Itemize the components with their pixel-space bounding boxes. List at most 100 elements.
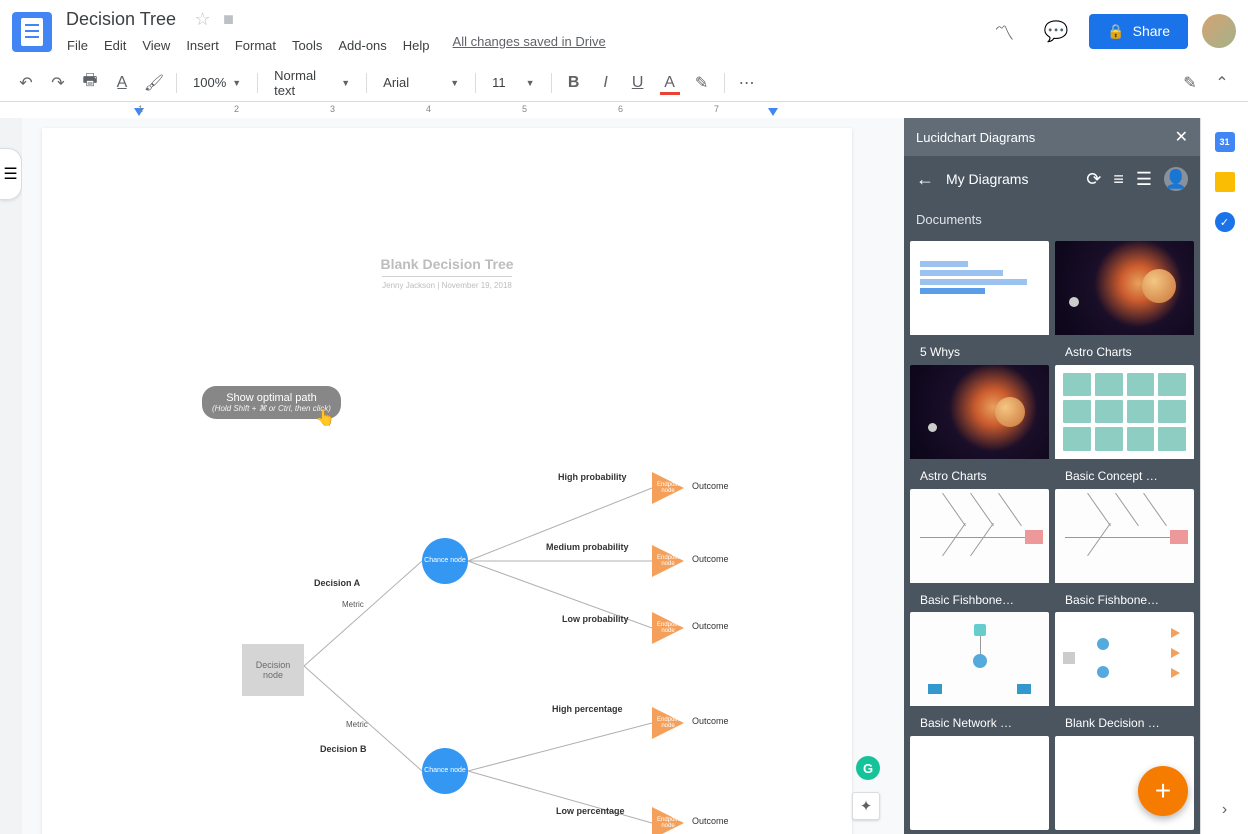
menu-view[interactable]: View [135,34,177,57]
document-area[interactable]: Show optimal path (Hold Shift + ⌘ or Ctr… [22,118,904,834]
doc-heading: Blank Decision Tree Jenny Jackson | Nove… [42,128,852,290]
share-label: Share [1133,23,1170,39]
explore-button[interactable]: ✦ [852,792,880,820]
text-color-button[interactable]: A [656,69,684,97]
indent-marker-right[interactable] [768,108,778,116]
tile-blank-decision[interactable]: Blank Decision … [1055,612,1194,730]
style-select[interactable]: Normal text▼ [266,64,358,102]
expand-rail-icon[interactable]: › [1215,800,1235,820]
redo-button[interactable]: ↷ [44,69,72,97]
endpoint-node[interactable]: Endpoint node [652,807,684,834]
horizontal-ruler[interactable]: 1 2 3 4 5 6 7 [0,102,1248,118]
user-avatar[interactable] [1202,14,1236,48]
fab-add-button[interactable]: + [1138,766,1188,816]
undo-button[interactable]: ↶ [12,69,40,97]
tile-astro-charts[interactable]: Astro Charts [1055,241,1194,359]
menu-addons[interactable]: Add-ons [331,34,393,57]
italic-button[interactable]: I [592,69,620,97]
menu-format[interactable]: Format [228,34,283,57]
highlight-button[interactable]: ✎ [688,69,716,97]
diagram-connectors [242,448,802,834]
decision-tree-diagram: Decision node Decision A Metric Decision… [242,448,802,834]
tile-basic-concept[interactable]: Basic Concept … [1055,365,1194,483]
tile-more[interactable] [910,736,1049,830]
label-outcome: Outcome [692,816,729,826]
doc-byline: Jenny Jackson | November 19, 2018 [42,281,852,290]
comments-icon[interactable]: 💬 [1037,12,1075,50]
share-button[interactable]: 🔒 Share [1089,14,1188,49]
bold-button[interactable]: B [560,69,588,97]
calendar-icon[interactable]: 31 [1215,132,1235,152]
spellcheck-button[interactable]: A̲ [108,69,136,97]
collapse-panel-button[interactable]: ⌃ [1208,69,1236,97]
endpoint-node[interactable]: Endpoint node [652,707,684,739]
docs-logo-icon[interactable] [12,12,52,52]
tile-5-whys[interactable]: 5 Whys [910,241,1049,359]
underline-button[interactable]: U [624,69,652,97]
endpoint-node[interactable]: Endpoint node [652,545,684,577]
back-arrow-icon[interactable]: ← [916,169,934,190]
doc-title[interactable]: Decision Tree [60,7,182,32]
font-size-select[interactable]: 11▼ [484,71,542,94]
grammarly-icon[interactable]: G [856,756,880,780]
sort-icon[interactable]: ≡ [1113,169,1124,190]
star-icon[interactable]: ☆ [195,9,211,29]
lock-icon: 🔒 [1107,23,1124,40]
menu-file[interactable]: File [60,34,95,57]
save-status[interactable]: All changes saved in Drive [453,34,606,57]
ruler-tick: 7 [714,104,719,114]
move-folder-icon[interactable]: ■ [223,9,234,29]
tile-basic-network[interactable]: Basic Network … [910,612,1049,730]
account-icon[interactable]: 👤 [1164,167,1188,191]
ruler-tick: 1 [138,104,143,114]
list-view-icon[interactable]: ☰ [1136,169,1152,190]
menu-help[interactable]: Help [396,34,437,57]
label-low-pct: Low percentage [556,806,625,816]
label-decision-b: Decision B [320,744,367,754]
label-high-prob: High probability [558,472,627,482]
chance-node-a[interactable]: Chance node [422,538,468,584]
tile-basic-fishbone[interactable]: Basic Fishbone… [910,489,1049,607]
refresh-icon[interactable]: ⟳ [1086,169,1101,190]
right-rail: 31 ✓ › [1200,118,1248,834]
outline-tab[interactable]: ☰ [0,148,22,200]
label-outcome: Outcome [692,621,729,631]
label-decision-a: Decision A [314,578,360,588]
tooltip-sub: (Hold Shift + ⌘ or Ctrl, then click) [212,404,331,413]
paint-format-button[interactable]: 🖌 [140,69,168,97]
label-outcome: Outcome [692,716,729,726]
sidepanel-nav: ← My Diagrams ⟳ ≡ ☰ 👤 [904,156,1200,202]
label-metric-b: Metric [346,720,368,729]
tasks-icon[interactable]: ✓ [1215,212,1235,232]
close-icon[interactable]: ✕ [1175,127,1188,147]
menu-tools[interactable]: Tools [285,34,329,57]
document-grid[interactable]: 5 Whys Astro Charts Astro Charts Basic C… [904,237,1200,834]
sidepanel-title: Lucidchart Diagrams [916,130,1035,145]
toolbar: ↶ ↷ 🖶 A̲ 🖌 100%▼ Normal text▼ Arial▼ 11▼… [0,64,1248,102]
sidepanel-nav-title: My Diagrams [946,171,1074,187]
decision-node[interactable]: Decision node [242,644,304,696]
menu-insert[interactable]: Insert [179,34,226,57]
editing-mode-button[interactable]: ✎ [1176,69,1204,97]
tile-astro-charts-2[interactable]: Astro Charts [910,365,1049,483]
label-high-pct: High percentage [552,704,623,714]
ruler-tick: 4 [426,104,431,114]
endpoint-node[interactable]: Endpoint node [652,472,684,504]
activity-icon[interactable]: 〽 [985,12,1023,50]
menu-edit[interactable]: Edit [97,34,133,57]
cursor-hand-icon: 👆 [315,408,335,428]
label-outcome: Outcome [692,554,729,564]
more-tools-button[interactable]: ⋯ [733,69,761,97]
keep-icon[interactable] [1215,172,1235,192]
zoom-select[interactable]: 100%▼ [185,71,249,94]
print-button[interactable]: 🖶 [76,69,104,97]
ruler-tick: 3 [330,104,335,114]
endpoint-node[interactable]: Endpoint node [652,612,684,644]
label-low-prob: Low probability [562,614,629,624]
ruler-tick: 5 [522,104,527,114]
tile-basic-fishbone-2[interactable]: Basic Fishbone… [1055,489,1194,607]
sidepanel-header: Lucidchart Diagrams ✕ [904,118,1200,156]
chance-node-b[interactable]: Chance node [422,748,468,794]
font-select[interactable]: Arial▼ [375,71,467,94]
lucidchart-sidepanel: Lucidchart Diagrams ✕ ← My Diagrams ⟳ ≡ … [904,118,1200,834]
